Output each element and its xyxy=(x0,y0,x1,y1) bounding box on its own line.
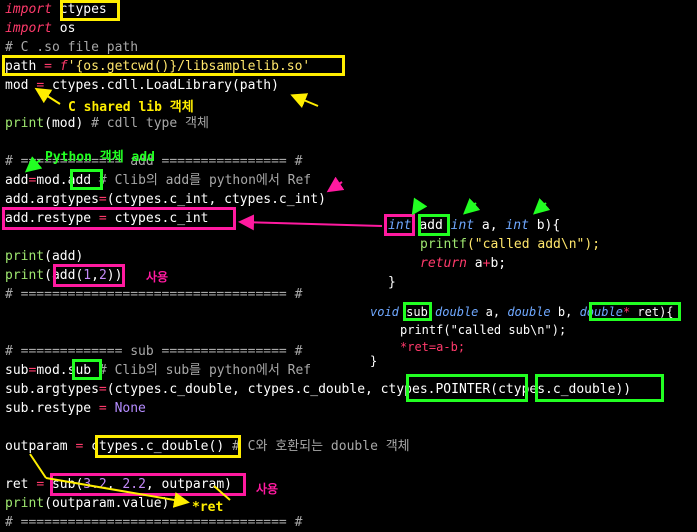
annotation-arrows xyxy=(24,87,551,508)
arrow-outparam-b xyxy=(45,477,190,508)
arrow-outparam-a xyxy=(29,453,47,479)
arrow-ret xyxy=(213,485,231,501)
arrow-c-add-2 xyxy=(463,198,481,215)
arrow-python-obj-add xyxy=(24,156,43,173)
terminal-canvas: import ctypes import os # C .so file pat… xyxy=(0,0,697,530)
arrow-c-shared-lib-right xyxy=(290,93,319,108)
arrow-c-add-1 xyxy=(411,197,428,216)
arrow-argtypes xyxy=(326,176,345,193)
arrow-restype-link xyxy=(238,214,383,231)
arrow-c-shared-lib-left xyxy=(34,87,61,105)
arrow-c-add-3 xyxy=(533,198,551,215)
